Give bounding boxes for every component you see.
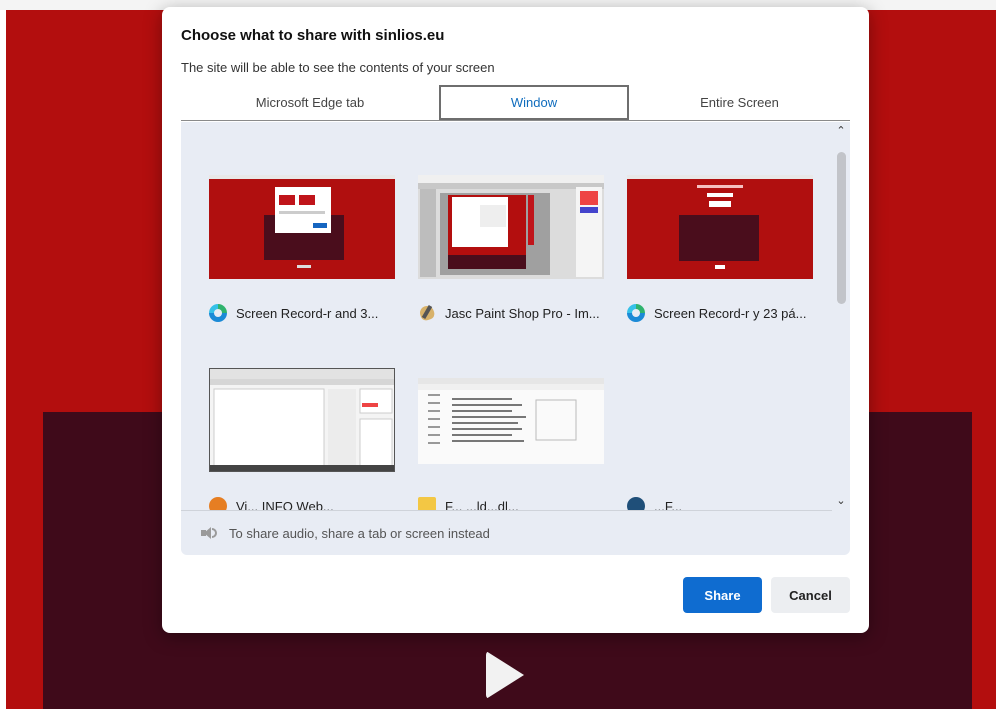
dialog-subtitle: The site will be able to see the content… (181, 60, 495, 75)
share-dialog: Choose what to share with sinlios.eu The… (162, 7, 869, 633)
chevron-down-icon[interactable]: ⌄ (834, 494, 848, 508)
tab-edge-tab[interactable]: Microsoft Edge tab (181, 84, 439, 121)
edge-icon (209, 304, 227, 322)
dialog-title: Choose what to share with sinlios.eu (181, 27, 445, 44)
window-label: Screen Record-r y 23 pá... (627, 302, 827, 324)
window-item-partial: ...F... (627, 368, 817, 510)
chevron-up-icon[interactable]: ⌃ (834, 124, 848, 138)
edge-dark-icon (627, 497, 645, 510)
window-item[interactable]: Screen Record-r and 3... (209, 175, 399, 345)
divider (181, 510, 832, 511)
window-thumbnail (627, 175, 813, 279)
audio-note: To share audio, share a tab or screen in… (201, 523, 490, 543)
play-icon[interactable] (486, 651, 524, 699)
scrollbar[interactable]: ⌃ ⌄ (832, 122, 850, 510)
scrollbar-thumb[interactable] (837, 152, 846, 304)
window-thumbnail (209, 175, 395, 279)
tab-bar: Microsoft Edge tab Window Entire Screen (181, 84, 850, 121)
paint-shop-pro-icon (418, 304, 436, 322)
tab-entire-screen[interactable]: Entire Screen (629, 84, 850, 121)
window-item[interactable] (418, 378, 608, 510)
window-item[interactable]: Jasc Paint Shop Pro - Im... (418, 175, 608, 345)
tab-window[interactable]: Window (439, 85, 629, 120)
window-thumbnail (418, 175, 604, 279)
window-item[interactable] (209, 368, 399, 510)
speaker-icon (201, 526, 217, 540)
share-button[interactable]: Share (683, 577, 762, 613)
window-label: Screen Record-r and 3... (209, 302, 409, 324)
window-label: ...F... (627, 495, 827, 510)
window-grid: Screen Record-r and 3... Jasc Paint Shop… (181, 122, 850, 510)
source-panel: Screen Record-r and 3... Jasc Paint Shop… (181, 122, 850, 555)
audio-note-text: To share audio, share a tab or screen in… (229, 525, 490, 541)
window-item[interactable]: Screen Record-r y 23 pá... (627, 175, 817, 345)
edge-icon (627, 304, 645, 322)
cancel-button[interactable]: Cancel (771, 577, 850, 613)
window-thumbnail (418, 378, 604, 464)
window-label: Jasc Paint Shop Pro - Im... (418, 302, 618, 324)
window-thumbnail (209, 368, 395, 472)
